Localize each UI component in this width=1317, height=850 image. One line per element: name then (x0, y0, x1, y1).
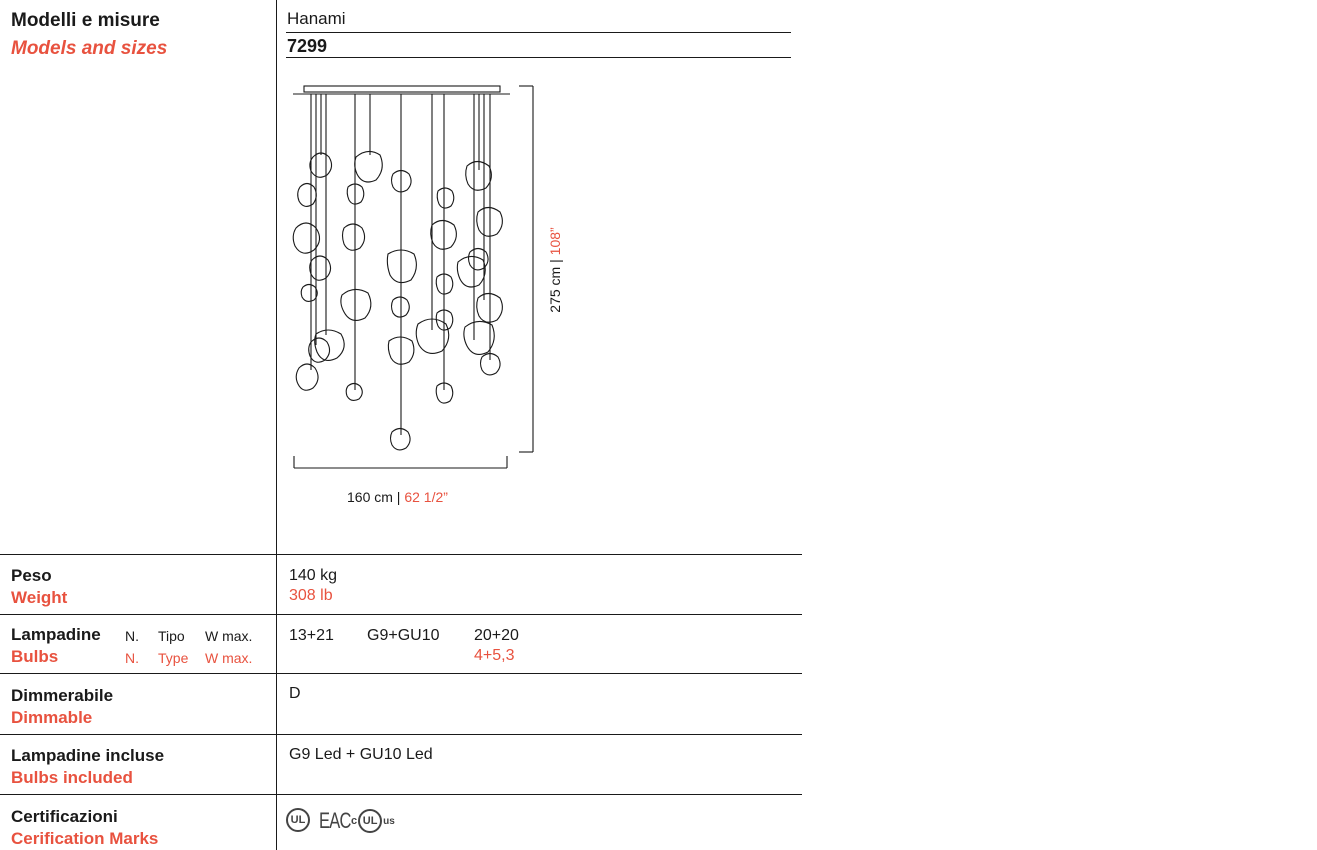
cul-c-text: c (351, 815, 358, 827)
certs-label-it: Certificazioni (11, 807, 118, 826)
bulbs-label-en: Bulbs (11, 647, 59, 666)
row-divider (0, 614, 802, 615)
weight-value-kg: 140 kg (289, 567, 338, 584)
cul-circle: UL (358, 809, 383, 833)
included-value: G9 Led + GU10 Led (289, 746, 433, 763)
row-divider (0, 554, 802, 555)
bulbs-col-type-it: Tipo (158, 628, 185, 644)
section-title-it: Modelli e misure (11, 10, 160, 31)
cul-us-text: us (383, 815, 395, 827)
title-rule (286, 32, 791, 33)
bulbs-col-type-en: Type (158, 650, 189, 666)
bulbs-wmax-alt: 4+5,3 (474, 647, 515, 664)
width-dimension-label: 160 cm | 62 1/2” (347, 489, 448, 505)
certs-label-en: Cerification Marks (11, 829, 159, 848)
row-divider (0, 794, 802, 795)
column-divider (276, 0, 277, 850)
bulbs-number: 13+21 (289, 627, 334, 644)
chandelier-drawing (292, 85, 534, 469)
dimmable-label-it: Dimmerabile (11, 686, 114, 705)
dimmable-label-en: Dimmable (11, 708, 93, 727)
model-code: 7299 (287, 36, 328, 56)
product-name: Hanami (287, 9, 346, 28)
bulbs-wmax: 20+20 (474, 627, 519, 644)
row-divider (0, 734, 802, 735)
eac-mark-icon: EAC (319, 808, 351, 833)
ul-mark-icon: UL (286, 808, 310, 832)
bulbs-col-w-it: W max. (205, 628, 253, 644)
bulbs-label-it: Lampadine (11, 625, 101, 644)
code-rule (286, 57, 791, 58)
row-divider (0, 673, 802, 674)
height-dimension-label: 275 cm | 108” (547, 227, 563, 313)
weight-label-en: Weight (11, 588, 68, 607)
weight-value-lb: 308 lb (289, 587, 333, 604)
included-label-en: Bulbs included (11, 768, 133, 787)
bulbs-col-n-it: N. (125, 628, 139, 644)
section-title-en: Models and sizes (11, 38, 168, 59)
dimmable-value: D (289, 685, 301, 702)
bulbs-type: G9+GU10 (367, 627, 440, 644)
bulbs-col-w-en: W max. (205, 650, 253, 666)
weight-label-it: Peso (11, 566, 52, 585)
bulbs-col-n-en: N. (125, 650, 139, 666)
cul-us-mark-icon: c UL us (351, 808, 395, 834)
included-label-it: Lampadine incluse (11, 746, 165, 765)
